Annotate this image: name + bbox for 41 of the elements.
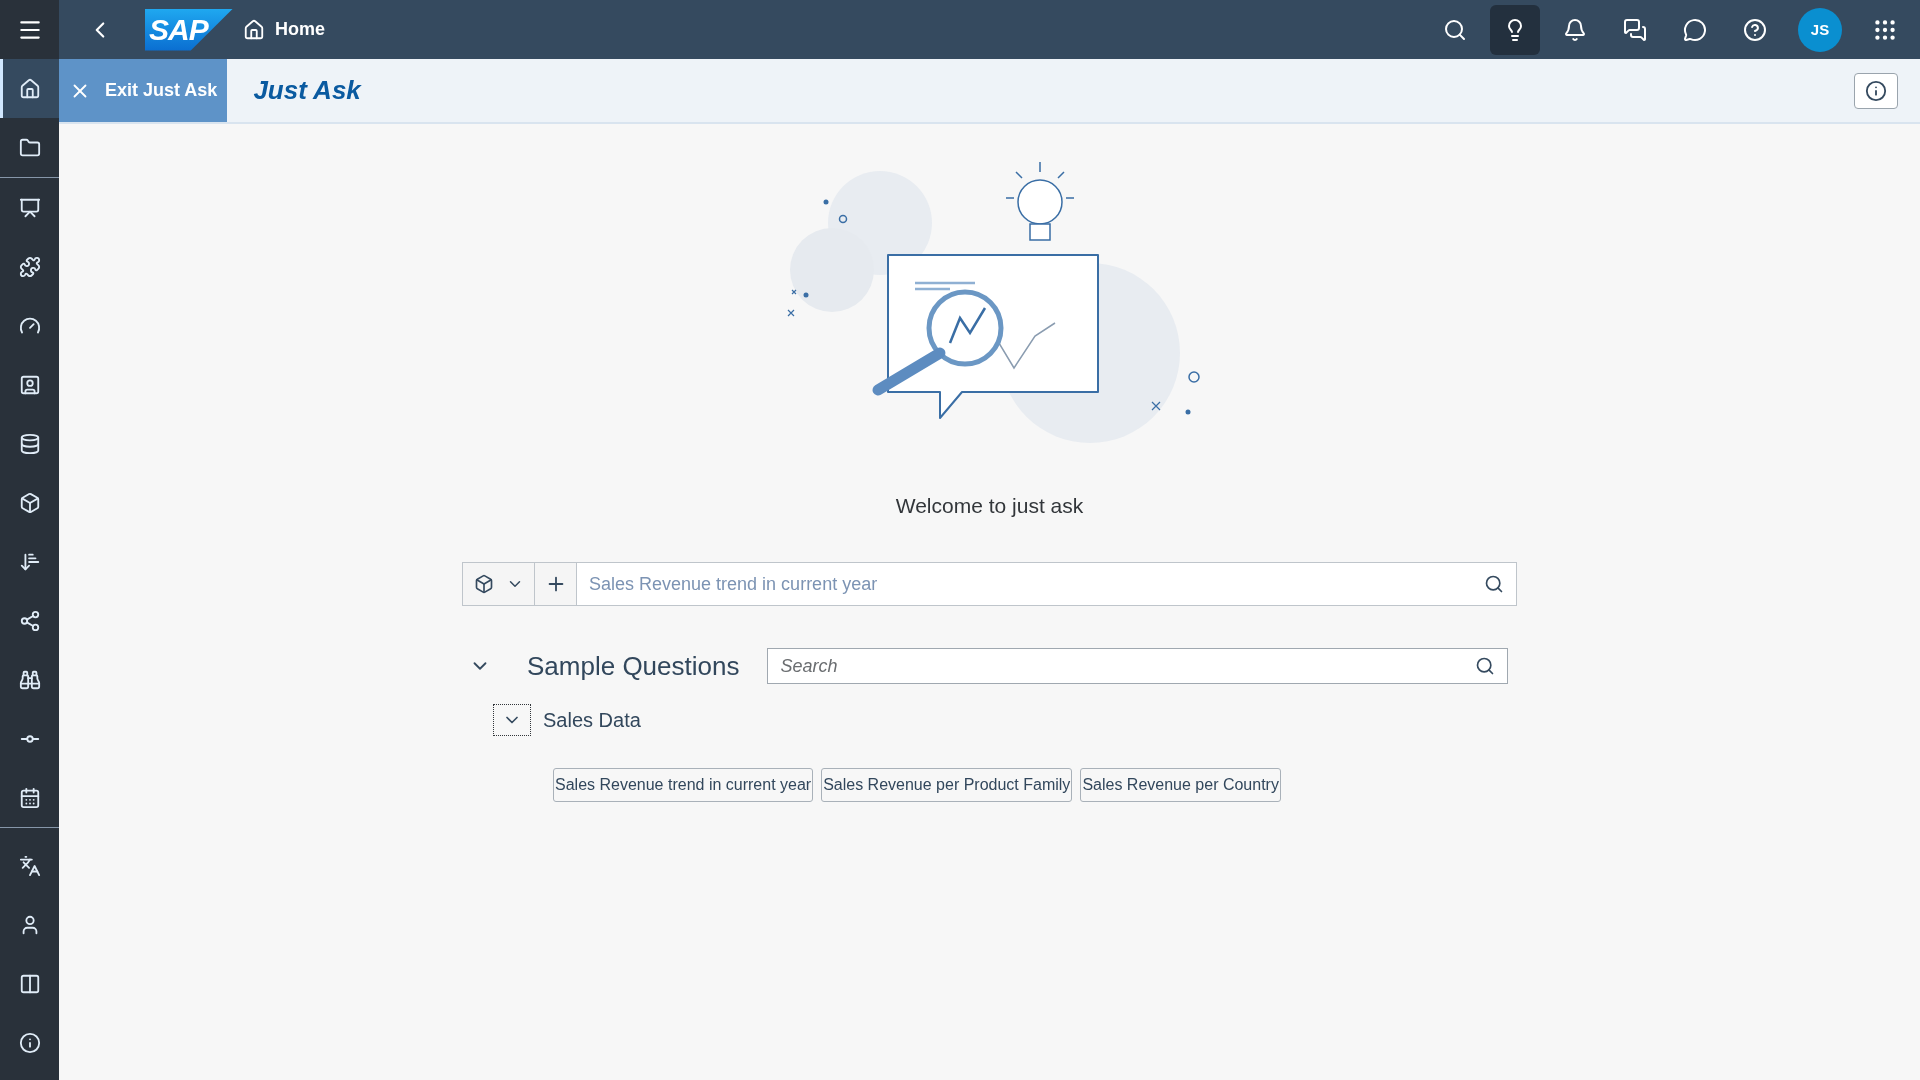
model-picker-button[interactable] [463,563,535,605]
info-button[interactable] [1854,72,1898,109]
sample-question-chip[interactable]: Sales Revenue per Country [1080,768,1281,802]
columns-icon [18,972,41,995]
search-icon [1475,656,1495,676]
logo: SAP [145,8,233,51]
sample-question-chip[interactable]: Sales Revenue trend in current year [553,768,814,802]
home-icon [18,77,41,100]
user-board-icon [18,373,41,396]
chat-bubbles-icon [1623,17,1647,42]
cube-icon [473,574,494,594]
bell-icon [1563,17,1587,42]
cube-icon [18,491,41,514]
page-title: Just Ask [253,75,361,106]
sample-question-chip[interactable]: Sales Revenue per Product Family [821,768,1073,802]
lightbulb-button[interactable] [1490,4,1540,55]
binoculars-icon [18,668,41,691]
collapse-toggle[interactable] [493,704,531,736]
info-icon [1865,79,1887,102]
presentation-chart-icon [18,196,41,219]
feedback-bubble-icon [1683,17,1707,42]
help-icon [1743,17,1767,42]
welcome-text: Welcome to just ask [895,494,1084,518]
question-field[interactable]: Sales Revenue trend in current year [462,562,1517,606]
share-icon [18,609,41,632]
search-icon [1443,17,1467,42]
table-database-icon [18,432,41,455]
home-link[interactable]: Home [243,18,325,41]
user-avatar[interactable]: JS [1798,7,1842,52]
puzzle-icon [18,255,41,278]
home-icon [243,18,265,41]
add-button[interactable] [535,563,577,605]
menu-button[interactable] [0,0,59,59]
section-title: Sample Questions [527,650,740,682]
calendar-icon [18,786,41,809]
info-icon [18,1031,41,1054]
home-nav-item[interactable] [0,59,59,118]
group-title: Sales Data [543,708,641,732]
translate-icon [18,854,41,877]
search-icon [1484,574,1504,594]
folder-icon [18,136,41,159]
